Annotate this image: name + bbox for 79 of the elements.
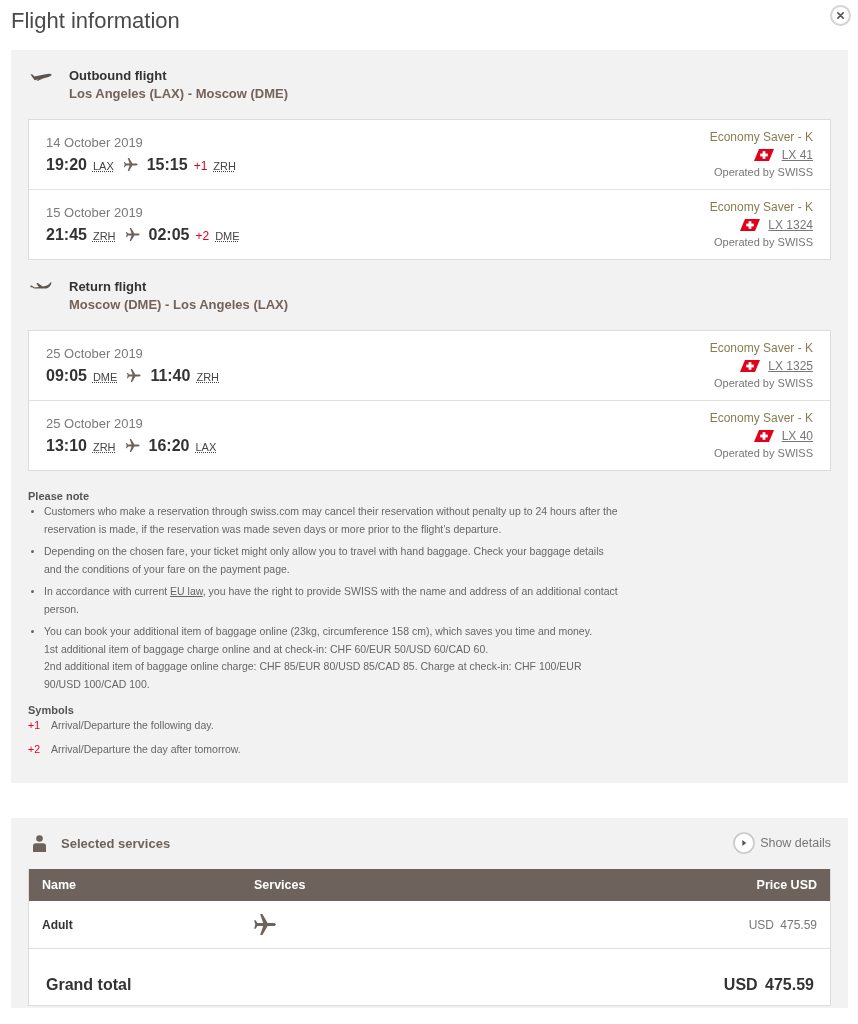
departure-time: 09:05 xyxy=(46,365,87,386)
flight-date: 25 October 2019 xyxy=(46,415,144,432)
flight-number-link[interactable]: LX 40 xyxy=(781,428,813,443)
fare-name: Economy Saver - K xyxy=(709,128,813,146)
table-cell: Adult xyxy=(29,901,241,948)
day-offset: +2 xyxy=(195,228,210,243)
airport-code: ZRH xyxy=(213,159,236,172)
symbols-heading: Symbols xyxy=(28,703,75,717)
airport-code: ZRH xyxy=(92,229,116,242)
journey-route: Los Angeles (LAX) - Moscow (DME) xyxy=(69,85,289,103)
fare-name: Economy Saver - K xyxy=(709,409,813,427)
airport-code: DME xyxy=(215,229,240,242)
bullet-icon xyxy=(31,550,34,553)
note-text: You can book your additional item of baggage online (23kg, circumference 158 cm), which saves you time and money. xyxy=(44,624,594,639)
arrival-time: 02:05 xyxy=(148,224,190,245)
day-offset: +1 xyxy=(193,158,208,173)
operator-text: Operated by SWISS xyxy=(713,375,813,391)
departure-time: 21:45 xyxy=(46,224,87,245)
person-icon xyxy=(33,834,46,852)
day-offset-symbol: +2 xyxy=(28,741,41,757)
departure-time: 19:20 xyxy=(46,154,87,175)
flight-number-link[interactable]: LX 41 xyxy=(781,147,813,162)
note-text: Depending on the chosen fare, your ticket might only allow you to travel with hand baggage. Check your baggage details and the conditions of your fare on the payment page. xyxy=(44,544,605,577)
arrival-time: 15:15 xyxy=(146,154,188,175)
arrival-time: 16:20 xyxy=(148,435,190,456)
airplane-icon xyxy=(122,157,138,172)
airplane-icon xyxy=(254,914,276,935)
fare-name: Economy Saver - K xyxy=(709,198,813,216)
services-title: Selected services xyxy=(61,835,171,851)
symbol-description: Arrival/Departure the following day. xyxy=(51,718,214,733)
note-text: 1st additional item of baggage charge online and at check-in: CHF 60/EUR 50/USD 60/CAD 60. xyxy=(44,641,490,657)
flight-number-link[interactable]: LX 1324 xyxy=(768,217,813,232)
play-circle-icon xyxy=(733,832,756,854)
airport-code: DME xyxy=(92,370,118,383)
symbol-description: Arrival/Departure the day after tomorrow. xyxy=(51,741,241,757)
flag-icon xyxy=(740,218,761,231)
airport-code: LAX xyxy=(195,440,217,453)
dialog-title: Flight information xyxy=(11,7,180,34)
airport-code: ZRH xyxy=(196,370,220,383)
airplane-icon xyxy=(124,227,140,242)
day-offset-symbol: +1 xyxy=(28,718,41,733)
departure-time: 13:10 xyxy=(46,435,87,456)
flag-icon xyxy=(740,359,761,372)
flight-number-link[interactable]: LX 1325 xyxy=(768,358,813,373)
table-cell: USD 475.59 xyxy=(506,901,830,948)
bullet-icon xyxy=(31,590,34,593)
arrival-time: 11:40 xyxy=(150,365,191,386)
flight-date: 15 October 2019 xyxy=(46,204,144,221)
notes-heading: Please note xyxy=(28,489,91,503)
journey-title: Return flight xyxy=(69,278,148,296)
airplane-icon xyxy=(124,438,140,453)
airport-code: ZRH xyxy=(92,440,116,453)
column-header: Services xyxy=(241,869,507,901)
fare-name: Economy Saver - K xyxy=(709,339,813,357)
close-icon xyxy=(837,12,844,19)
column-header: Name xyxy=(29,869,241,901)
show-details-button[interactable]: Show details xyxy=(733,832,831,854)
column-header: Price USD xyxy=(506,869,830,901)
bullet-icon xyxy=(31,510,34,513)
grand-total-amount: USD 475.59 xyxy=(723,976,814,994)
operator-text: Operated by SWISS xyxy=(713,445,813,461)
journey-route: Moscow (DME) - Los Angeles (LAX) xyxy=(69,296,289,314)
airplane-icon xyxy=(126,368,142,383)
journey-title: Outbound flight xyxy=(69,67,168,85)
landing-icon xyxy=(30,281,52,292)
operator-text: Operated by SWISS xyxy=(713,164,813,180)
eu-law-link[interactable]: EU law xyxy=(170,585,203,597)
flag-icon xyxy=(753,429,774,442)
flag-icon xyxy=(753,148,774,161)
airport-code: LAX xyxy=(92,159,114,172)
grand-total-label: Grand total xyxy=(46,976,132,994)
flight-date: 25 October 2019 xyxy=(46,345,144,362)
bullet-icon xyxy=(31,630,34,633)
close-button[interactable] xyxy=(830,5,851,26)
operator-text: Operated by SWISS xyxy=(713,234,813,250)
note-text: Customers who make a reservation through swiss.com may cancel their reservation without penalty up to 24 hours after the reservation is made, if the reservation was made seven days or more prior to the flight’s departure. xyxy=(44,504,619,537)
flight-date: 14 October 2019 xyxy=(46,134,144,151)
note-text: 2nd additional item of baggage online charge: CHF 85/EUR 80/USD 85/CAD 85. Charge at check-in: CHF 100/EUR 90/USD 100/CAD 100. xyxy=(44,659,583,692)
note-text: In accordance with current EU law, you have the right to provide SWISS with the name and address of an additional contact person. xyxy=(44,584,619,617)
